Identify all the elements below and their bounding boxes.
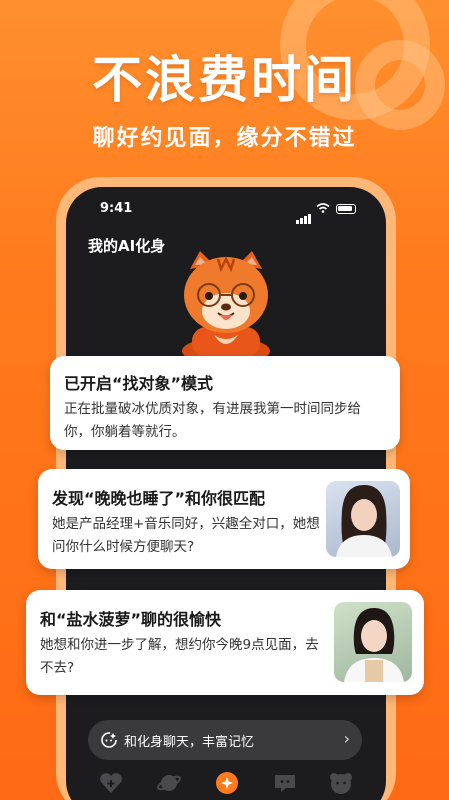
match-photo[interactable] (334, 602, 412, 682)
subheadline: 聊好约见面，缘分不错过 (92, 126, 357, 151)
signal-icon (296, 205, 312, 224)
page-title: 我的AI化身 (88, 237, 166, 255)
match-photo[interactable] (326, 481, 400, 557)
chat-with-avatar-button[interactable]: 和化身聊天，丰富记忆 › (88, 720, 362, 760)
person-avatar-icon (336, 485, 392, 557)
card-body: 她是产品经理+音乐同好，兴趣全对口，她想问你什么时候方便聊天? (52, 516, 320, 555)
tiger-mascot-icon (182, 251, 270, 361)
person-avatar-icon (344, 608, 404, 682)
match-card-wanwan[interactable]: 发现“晚晚也睡了”和你很匹配 她是产品经理+音乐同好，兴趣全对口，她想问你什么时… (38, 469, 410, 569)
bear-icon[interactable] (328, 770, 354, 796)
heart-plus-icon[interactable] (98, 770, 124, 796)
status-bar: 9:41 (66, 199, 386, 224)
chat-icon[interactable] (272, 770, 298, 796)
match-card-pineapple[interactable]: 和“盐水菠萝”聊的很愉快 她想和你进一步了解，想约你今晚9点见面，去不去? (26, 590, 424, 695)
card-title: 已开启“找对象”模式 (64, 374, 214, 393)
card-body: 正在批量破冰优质对象，有进展我第一时间同步给你，你躺着等就行。 (64, 401, 361, 440)
card-title: 发现“晚晚也睡了”和你很匹配 (52, 489, 266, 508)
headline: 不浪费时间 (92, 51, 357, 109)
status-time: 9:41 (100, 201, 133, 216)
battery-icon (336, 204, 356, 214)
card-body: 她想和你进一步了解，想约你今晚9点见面，去不去? (40, 637, 319, 676)
notification-card-mode[interactable]: 已开启“找对象”模式 正在批量破冰优质对象，有进展我第一时间同步给你，你躺着等就… (50, 356, 400, 450)
plus-icon[interactable] (214, 770, 240, 796)
chat-prompt-label: 和化身聊天，丰富记忆 (124, 735, 255, 750)
chevron-right-icon: › (343, 729, 350, 748)
wifi-icon (316, 203, 330, 213)
card-title: 和“盐水菠萝”聊的很愉快 (40, 610, 222, 629)
chat-sparkle-icon (101, 732, 117, 748)
planet-icon[interactable] (156, 770, 182, 796)
